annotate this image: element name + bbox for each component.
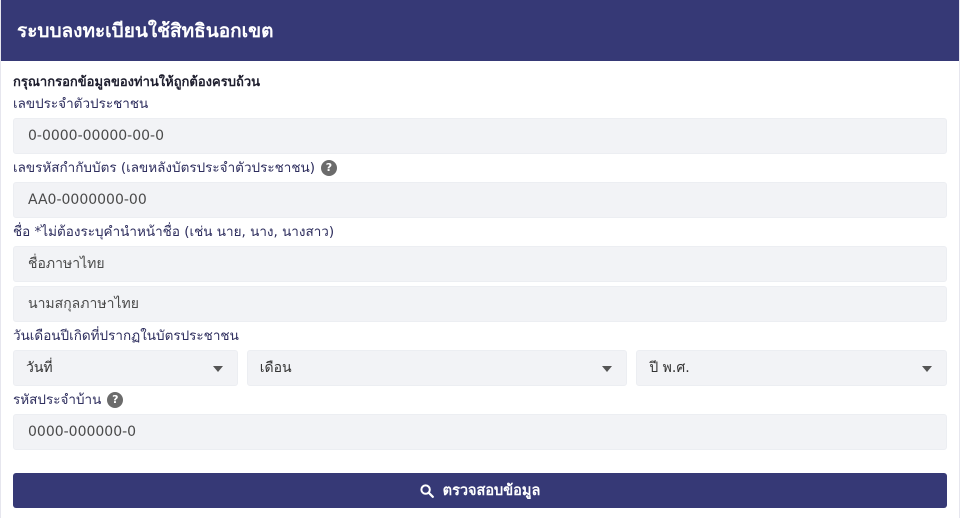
page-header: ระบบลงทะเบียนใช้สิทธินอกเขต	[1, 0, 959, 61]
chevron-down-icon	[212, 366, 223, 372]
registration-page: ระบบลงทะเบียนใช้สิทธินอกเขต กรุณากรอกข้อ…	[0, 0, 960, 518]
birth-month-select[interactable]: เดือน	[246, 350, 628, 386]
birth-day-select[interactable]: วันที่	[13, 350, 238, 386]
birthdate-label: วันเดือนปีเกิดที่ปรากฏในบัตรประชาชน	[13, 328, 239, 344]
birth-year-select[interactable]: ปี พ.ศ.	[636, 350, 947, 386]
birthdate-row: วันที่ เดือน ปี พ.ศ.	[13, 350, 947, 386]
laser-code-label: เลขรหัสกำกับบัตร (เลขหลังบัตรประจำตัวประ…	[13, 158, 947, 178]
question-circle-icon[interactable]: ?	[107, 392, 124, 408]
chevron-down-icon	[602, 366, 613, 372]
laser-code-input[interactable]	[13, 182, 947, 218]
last-name-input[interactable]	[13, 286, 947, 322]
citizen-id-input[interactable]	[13, 118, 947, 154]
registration-form: กรุณากรอกข้อมูลของท่านให้ถูกต้องครบถ้วน …	[1, 61, 959, 508]
birth-month-value: เดือน	[259, 360, 292, 376]
birth-year-value: ปี พ.ศ.	[649, 360, 690, 376]
house-code-input[interactable]	[13, 414, 947, 450]
name-label: ชื่อ *ไม่ต้องระบุคำนำหน้าชื่อ (เช่น นาย,…	[13, 224, 335, 240]
search-icon	[420, 483, 434, 498]
house-code-label: รหัสประจำบ้าน ?	[13, 390, 947, 410]
page-title: ระบบลงทะเบียนใช้สิทธินอกเขต	[17, 19, 274, 42]
verify-button-label: ตรวจสอบข้อมูล	[442, 483, 541, 499]
question-circle-icon[interactable]: ?	[321, 160, 337, 176]
verify-button[interactable]: ตรวจสอบข้อมูล	[13, 473, 947, 508]
birth-day-value: วันที่	[26, 360, 53, 376]
chevron-down-icon	[922, 366, 932, 372]
first-name-input[interactable]	[13, 246, 947, 282]
citizen-id-label: เลขประจำตัวประชาชน	[13, 96, 149, 112]
form-intro: กรุณากรอกข้อมูลของท่านให้ถูกต้องครบถ้วน	[13, 75, 261, 90]
